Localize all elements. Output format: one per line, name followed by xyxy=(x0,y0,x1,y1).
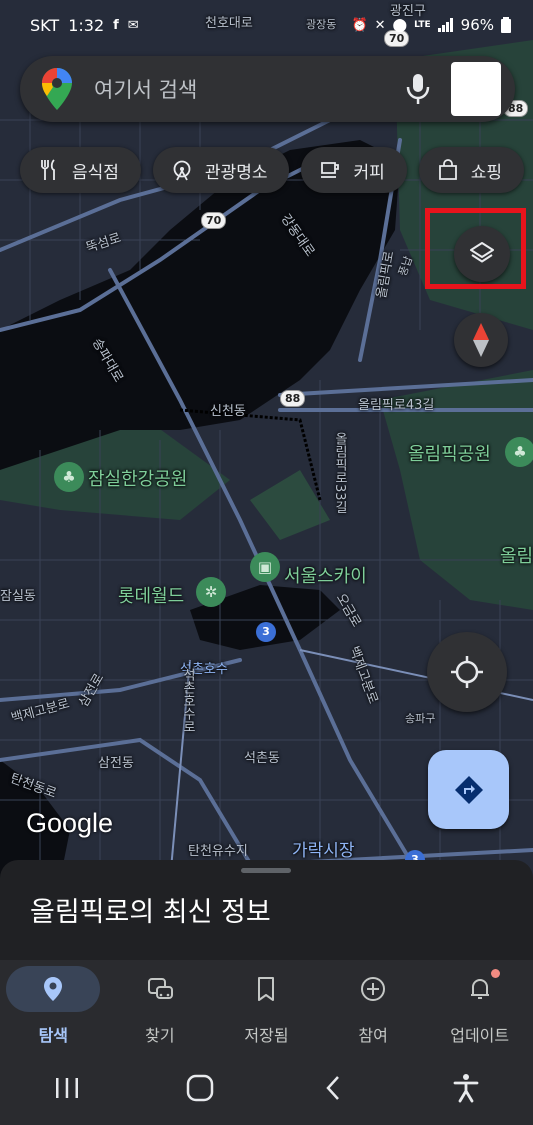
network-icon: LTE xyxy=(414,19,431,30)
map-label-garak-market[interactable]: 가락시장 xyxy=(292,836,355,861)
park-pin-icon[interactable]: ♣ xyxy=(505,437,533,467)
map-label-songpa-dong: 송파구 xyxy=(405,712,436,725)
nav-label: 저장됨 xyxy=(244,1026,289,1045)
nav-contribute[interactable]: 참여 xyxy=(320,960,427,1050)
theme-park-pin-icon[interactable]: ✲ xyxy=(196,577,226,607)
directions-button[interactable] xyxy=(428,750,509,829)
layers-button[interactable] xyxy=(454,226,510,282)
chip-label: 관광명소 xyxy=(204,162,268,183)
map-label-olympic-park[interactable]: 올림픽공원 xyxy=(408,440,491,466)
map-label-samjeon-dong: 삼전동 xyxy=(98,756,134,771)
add-circle-icon xyxy=(361,977,386,1001)
mute-icon: ✕ xyxy=(374,17,386,33)
nav-updates[interactable]: 업데이트 xyxy=(426,960,533,1050)
chip-label: 커피 xyxy=(353,162,385,183)
map-label-olympic-park-2: 올림 xyxy=(500,546,533,567)
map-label-jamsil-park[interactable]: 잠실한강공원 xyxy=(88,465,187,491)
search-input[interactable]: 여기서 검색 xyxy=(94,74,405,104)
compass-button[interactable] xyxy=(454,313,508,367)
route-shield-88: 88 xyxy=(280,390,306,407)
chip-restaurant[interactable]: 음식점 xyxy=(20,147,141,193)
restaurant-icon xyxy=(41,159,55,180)
sheet-title: 올림픽로의 최신 정보 xyxy=(30,897,271,928)
attraction-icon xyxy=(173,160,191,181)
signal-icon xyxy=(437,18,453,32)
alarm-icon: ⏰ xyxy=(351,17,368,33)
chip-label: 쇼핑 xyxy=(470,162,503,183)
battery-icon xyxy=(501,17,511,33)
nav-label: 찾기 xyxy=(145,1026,175,1045)
chip-coffee[interactable]: 커피 xyxy=(301,147,407,193)
facebook-icon: f xyxy=(113,17,119,33)
system-navigation xyxy=(0,1050,533,1125)
bookmark-icon xyxy=(258,977,275,1001)
nav-label: 참여 xyxy=(358,1026,388,1045)
map-label-tancheon-park: 탄천유수지 xyxy=(188,844,248,859)
layers-icon xyxy=(470,242,494,263)
search-bar[interactable]: 여기서 검색 xyxy=(20,56,515,122)
map-label-seoul-sky[interactable]: 서울스카이 xyxy=(284,562,367,588)
carrier-label: SKT xyxy=(30,15,60,35)
recent-apps-button[interactable] xyxy=(42,1063,92,1113)
bottom-sheet[interactable]: 올림픽로의 최신 정보 xyxy=(0,860,533,960)
clock: 1:32 xyxy=(68,15,105,35)
bottom-navigation: 탐색 찾기 저장됨 참여 업데이트 xyxy=(0,960,533,1050)
accessibility-button[interactable] xyxy=(441,1063,491,1113)
back-icon xyxy=(326,1075,340,1100)
map-label-sincheon: 신천동 xyxy=(210,404,246,419)
explore-pin-icon xyxy=(44,977,63,1001)
my-location-button[interactable] xyxy=(427,632,507,712)
nav-label: 업데이트 xyxy=(450,1026,510,1045)
map-label-seokchon-lake-road: 석촌호수로 xyxy=(180,668,195,733)
chip-label: 음식점 xyxy=(72,162,119,183)
map-label-olympic43: 올림픽로43길 xyxy=(358,398,435,413)
map-label-jamsil-dong: 잠실동 xyxy=(0,589,36,604)
chip-shopping[interactable]: 쇼핑 xyxy=(418,147,525,193)
home-icon xyxy=(186,1074,214,1101)
google-maps-pin-icon xyxy=(42,68,72,110)
map-label-seokchon-dong: 석촌동 xyxy=(244,751,280,766)
nav-explore[interactable]: 탐색 xyxy=(0,960,107,1050)
park-pin-icon[interactable]: ♣ xyxy=(54,462,84,492)
google-logo: Google xyxy=(26,808,114,838)
map-label-olympic33: 올림픽로33길 xyxy=(332,432,347,514)
messenger-icon: ✉ xyxy=(127,17,139,33)
nav-saved[interactable]: 저장됨 xyxy=(213,960,320,1050)
shopping-bag-icon xyxy=(438,159,457,180)
route-shield-70: 70 xyxy=(201,212,227,229)
nav-commute[interactable]: 찾기 xyxy=(107,960,214,1050)
my-location-icon xyxy=(451,656,483,688)
recent-apps-icon xyxy=(55,1077,78,1098)
map-view[interactable]: 천호대로 광진구 광장동 뚝섬로 강동대로 송파대로 신천동 올림픽로43길 풍… xyxy=(0,0,533,880)
sheet-drag-handle[interactable] xyxy=(241,868,291,873)
coffee-icon xyxy=(321,162,340,178)
nav-label: 탐색 xyxy=(38,1026,69,1045)
commute-icon xyxy=(147,978,173,999)
category-chips: 음식점 관광명소 커피 쇼핑 xyxy=(20,147,525,193)
battery-percent: 96% xyxy=(460,16,494,34)
camera-pin-icon[interactable]: ▣ xyxy=(250,552,280,582)
chip-attraction[interactable]: 관광명소 xyxy=(152,147,290,193)
accessibility-icon xyxy=(453,1073,479,1102)
map-label-lotte[interactable]: 롯데월드 xyxy=(118,582,184,608)
account-avatar[interactable] xyxy=(451,62,501,116)
back-button[interactable] xyxy=(308,1063,358,1113)
microphone-icon[interactable] xyxy=(405,72,431,106)
directions-icon xyxy=(454,775,483,804)
compass-icon xyxy=(473,323,489,357)
bell-icon xyxy=(470,979,489,999)
home-button[interactable] xyxy=(175,1063,225,1113)
subway-line-3-icon[interactable]: 3 xyxy=(256,622,276,642)
location-icon: ⬤ xyxy=(392,17,408,33)
status-bar: SKT 1:32 f ✉ ⏰ ✕ ⬤ LTE 96% xyxy=(0,0,533,50)
